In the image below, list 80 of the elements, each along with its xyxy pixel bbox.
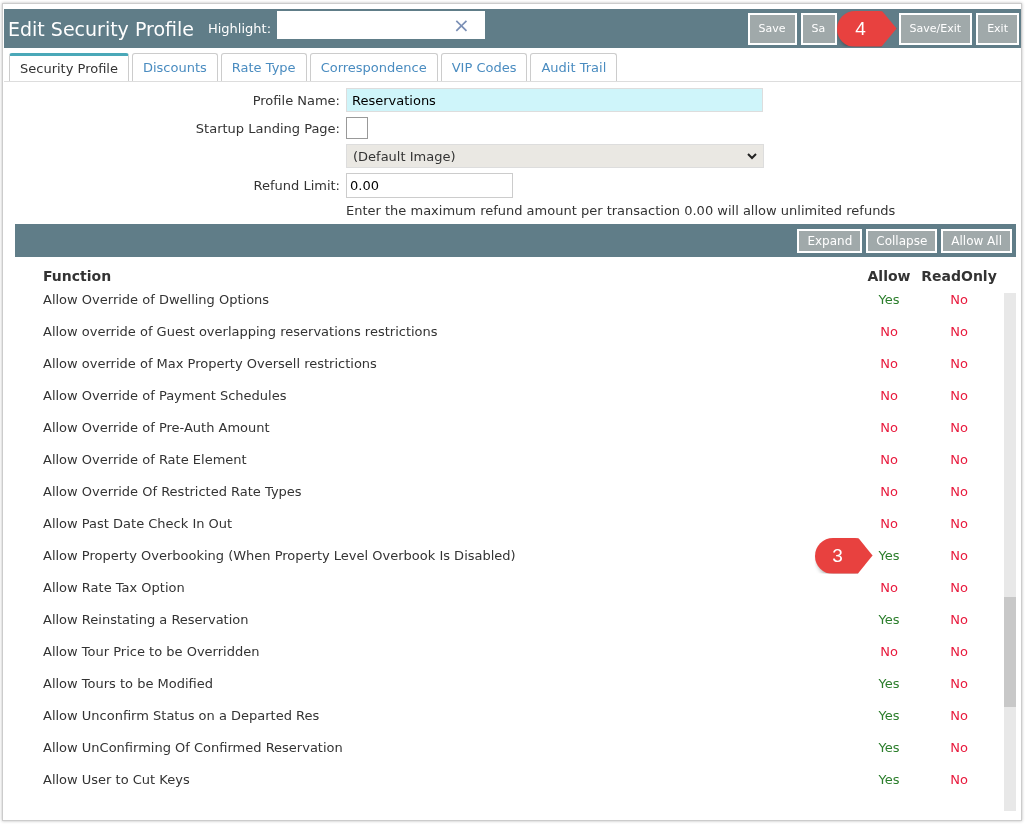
hint-text: Enter the maximum refund amount per transaction 0.00 will allow unlimited refunds — [346, 203, 896, 218]
window-title: Edit Security Profile — [8, 17, 194, 40]
toolbar-button[interactable]: Allow All — [941, 228, 1012, 253]
permission-value: No — [950, 515, 968, 531]
clear-icon[interactable]: × — [453, 12, 470, 37]
function-cell: Allow Past Date Check In Out — [43, 515, 233, 531]
highlight-label: Highlight: — [208, 21, 272, 36]
permission-value: No — [880, 387, 898, 403]
permission-value: No — [950, 323, 968, 339]
permission-value: Yes — [878, 547, 900, 563]
permission-value: Yes — [878, 291, 900, 307]
function-cell: Allow Reinstating a Reservation — [43, 611, 249, 627]
permission-value: No — [950, 547, 968, 563]
function-cell: Allow Tours to be Modified — [43, 675, 214, 691]
permission-value: No — [880, 323, 898, 339]
toolbar-button[interactable]: Expand — [797, 228, 863, 253]
function-cell: Allow Override Of Restricted Rate Types — [43, 483, 302, 499]
permission-value: No — [950, 291, 968, 307]
permission-value: No — [950, 643, 968, 659]
function-cell: Allow Property Overbooking (When Property Level Overbook Is Disabled) — [43, 547, 516, 563]
permission-value: No — [880, 451, 898, 467]
permission-value: No — [950, 483, 968, 499]
permission-value: No — [880, 579, 898, 595]
refund-limit-field[interactable]: 0.00 — [346, 173, 513, 198]
tab[interactable]: Audit Trail — [530, 53, 618, 81]
function-cell: Allow Override of Rate Element — [43, 451, 247, 467]
permission-value: No — [950, 451, 968, 467]
field-label: Profile Name: — [251, 92, 341, 108]
permission-value: No — [950, 579, 968, 595]
function-cell: Allow Unconfirm Status on a Departed Res — [43, 707, 320, 723]
permission-value: No — [950, 707, 968, 723]
permission-value: No — [950, 419, 968, 435]
header-button[interactable]: Exit — [976, 12, 1019, 45]
function-cell: Allow Rate Tax Option — [43, 579, 185, 595]
checkbox[interactable] — [346, 117, 368, 139]
permission-value: No — [880, 419, 898, 435]
permission-value: Yes — [878, 771, 900, 787]
step-callout: 4 — [836, 10, 897, 47]
step-callout: 3 — [814, 537, 873, 574]
function-cell: Allow Tour Price to be Overridden — [43, 643, 260, 659]
header-button[interactable]: Save/Exit — [898, 12, 973, 45]
scrollbar[interactable] — [1004, 293, 1016, 811]
function-cell: Allow override of Guest overlapping reservations restrictions — [43, 323, 438, 339]
function-cell: Allow Override of Pre-Auth Amount — [43, 419, 270, 435]
function-cell: Allow Override of Dwelling Options — [43, 291, 270, 307]
header-button[interactable]: Save — [747, 12, 797, 45]
field-label: Startup Landing Page: — [194, 120, 341, 136]
toolbar-button[interactable]: Collapse — [866, 228, 938, 253]
highlight-field[interactable]: × — [277, 10, 486, 39]
column-header: ReadOnly — [923, 268, 995, 284]
column-header: Allow — [866, 268, 912, 284]
permission-value: No — [950, 771, 968, 787]
permission-value: Yes — [878, 611, 900, 627]
permission-value: No — [880, 643, 898, 659]
permission-value: No — [950, 355, 968, 371]
tab[interactable]: VIP Codes — [440, 53, 528, 81]
header-button[interactable]: Sa — [800, 12, 837, 45]
function-cell: Allow Override of Payment Schedules — [43, 387, 287, 403]
function-cell: Allow override of Max Property Oversell restrictions — [43, 355, 377, 371]
permission-value: Yes — [878, 707, 900, 723]
tab[interactable]: Rate Type — [220, 53, 307, 81]
profile-name-field[interactable]: Reservations — [346, 88, 763, 112]
field-label: Refund Limit: — [252, 178, 341, 193]
caret-icon — [747, 152, 757, 160]
tab[interactable]: Security Profile — [9, 53, 129, 81]
function-cell: Allow User to Cut Keys — [43, 771, 190, 787]
permission-value: No — [950, 611, 968, 627]
permission-value: No — [950, 387, 968, 403]
permission-value: No — [880, 355, 898, 371]
permission-value: No — [880, 483, 898, 499]
permission-value: No — [950, 739, 968, 755]
column-header: Function — [42, 268, 113, 284]
tab[interactable]: Discounts — [131, 53, 218, 81]
function-cell: Allow UnConfirming Of Confirmed Reservation — [43, 739, 343, 755]
tab[interactable]: Correspondence — [309, 53, 438, 81]
permission-value: Yes — [878, 675, 900, 691]
permission-value: Yes — [878, 739, 900, 755]
landing-page-dropdown[interactable]: (Default Image) — [346, 144, 764, 168]
permission-value: No — [880, 515, 898, 531]
permission-value: No — [950, 675, 968, 691]
